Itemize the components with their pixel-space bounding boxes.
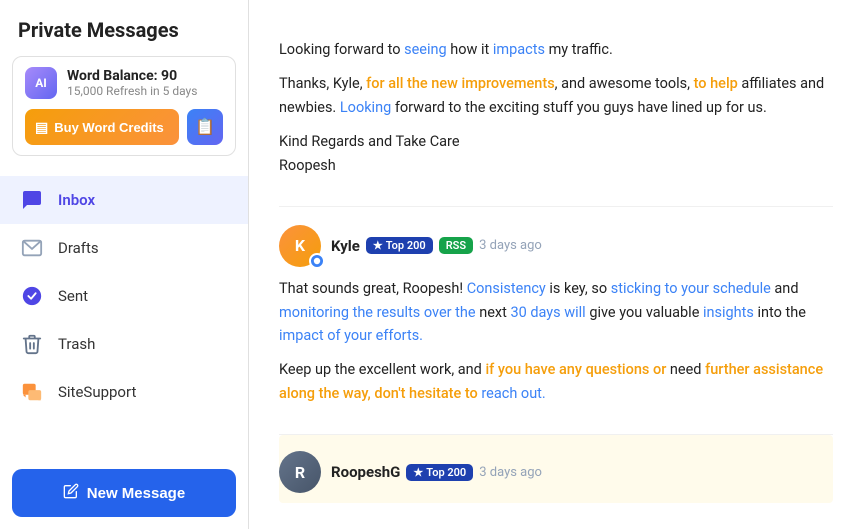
sidebar-item-inbox[interactable]: Inbox: [0, 176, 248, 224]
word-balance-info: Word Balance: 90 15,000 Refresh in 5 day…: [67, 68, 197, 98]
drafts-icon: [18, 234, 46, 262]
badge-top200-label: Top 200: [386, 239, 426, 252]
kyle-meta: Kyle ★ Top 200 RSS 3 days ago: [331, 237, 542, 255]
credits-icon: ▤: [35, 119, 48, 136]
kyle-rss-badge: RSS: [439, 237, 473, 254]
roopeshg-avatar-img: R: [279, 451, 321, 493]
kyle-timestamp: 3 days ago: [479, 238, 542, 253]
ai-badge: AI: [25, 67, 57, 99]
msg1-para1: Looking forward to seeing how it impacts…: [279, 38, 833, 62]
badge-top200-label2: Top 200: [426, 466, 466, 479]
main-content: Looking forward to seeing how it impacts…: [249, 0, 863, 529]
sidebar-item-sent[interactable]: Sent: [0, 272, 248, 320]
msg1-para2: Thanks, Kyle, for all the new improvemen…: [279, 72, 833, 120]
text-static: forward to the exciting stuff you guys h…: [391, 99, 767, 116]
doc-icon: 📋: [195, 117, 215, 137]
roopeshg-meta: RoopeshG ★ Top 200 3 days ago: [331, 463, 542, 481]
buy-credits-button[interactable]: ▤ Buy Word Credits: [25, 109, 179, 145]
inbox-label: Inbox: [58, 191, 95, 209]
badge-star-icon2: ★: [413, 466, 423, 479]
sidebar: Private Messages AI Word Balance: 90 15,…: [0, 0, 249, 529]
highlight-for: for all the new improvements: [366, 75, 555, 92]
roopeshg-top200-badge: ★ Top 200: [406, 464, 473, 481]
kyle-avatar: K: [279, 225, 321, 267]
sidebar-item-drafts[interactable]: Drafts: [0, 224, 248, 272]
hl-30days: 30 days will: [510, 304, 585, 321]
sidebar-title: Private Messages: [0, 0, 248, 56]
hl-if-you-have: if you have any questions or: [485, 361, 666, 378]
message-block-kyle: K Kyle ★ Top 200 RSS 3 days ago That sou…: [279, 207, 833, 436]
hl-consistency: Consistency: [467, 280, 546, 297]
roopeshg-sender-name: RoopeshG: [331, 463, 400, 481]
roopeshg-avatar: R: [279, 451, 321, 493]
msg1-para3: Kind Regards and Take CareRoopesh: [279, 130, 833, 178]
highlight-seeing: seeing: [404, 41, 447, 58]
kyle-avatar-badge: [309, 253, 325, 269]
trash-icon: [18, 330, 46, 358]
sitesupport-icon: [18, 378, 46, 406]
kyle-message-header: K Kyle ★ Top 200 RSS 3 days ago: [279, 225, 833, 267]
kyle-message-text: That sounds great, Roopesh! Consistency …: [279, 277, 833, 407]
text-static: Looking forward to: [279, 41, 404, 58]
badge-star-icon: ★: [373, 239, 383, 252]
word-balance-card: AI Word Balance: 90 15,000 Refresh in 5 …: [12, 56, 236, 156]
highlight-impacts: impacts: [493, 41, 545, 58]
trash-label: Trash: [58, 335, 95, 353]
sitesupport-label: SiteSupport: [58, 383, 136, 401]
drafts-label: Drafts: [58, 239, 99, 257]
sidebar-nav: Inbox Drafts Sent: [0, 168, 248, 457]
new-message-label: New Message: [87, 485, 185, 502]
word-balance-top: AI Word Balance: 90 15,000 Refresh in 5 …: [25, 67, 223, 99]
sent-icon: [18, 282, 46, 310]
sent-label: Sent: [58, 287, 88, 305]
sidebar-item-sitesupport[interactable]: SiteSupport: [0, 368, 248, 416]
text-static: Thanks, Kyle,: [279, 75, 366, 92]
hl-reach-out: reach out.: [481, 385, 545, 402]
new-message-icon: [63, 483, 79, 503]
word-balance-refresh: 15,000 Refresh in 5 days: [67, 84, 197, 98]
word-balance-label: Word Balance: 90: [67, 68, 197, 84]
highlight-looking: Looking: [340, 99, 391, 116]
kyle-top200-badge: ★ Top 200: [366, 237, 433, 254]
roopeshg-message-header: R RoopeshG ★ Top 200 3 days ago: [279, 451, 833, 493]
text-static: , and awesome tools,: [555, 75, 694, 92]
inbox-icon: [18, 186, 46, 214]
highlight-to-help: to help: [694, 75, 738, 92]
word-balance-buttons: ▤ Buy Word Credits 📋: [25, 109, 223, 145]
hl-insights: insights: [703, 304, 754, 321]
doc-button[interactable]: 📋: [187, 109, 223, 145]
text-static: how it: [447, 41, 493, 58]
text-static: my traffic.: [545, 41, 613, 58]
kyle-sender-name: Kyle: [331, 237, 360, 255]
buy-credits-label: Buy Word Credits: [54, 120, 164, 135]
new-message-button[interactable]: New Message: [12, 469, 236, 517]
kyle-para1: That sounds great, Roopesh! Consistency …: [279, 277, 833, 349]
message-block-roopeshg: R RoopeshG ★ Top 200 3 days ago: [279, 435, 833, 503]
hl-sticking: sticking to your schedule: [611, 280, 771, 297]
message-text-1: Looking forward to seeing how it impacts…: [279, 38, 833, 178]
hl-monitoring: monitoring the results over the: [279, 304, 476, 321]
hl-impact: impact of your efforts.: [279, 327, 423, 344]
roopeshg-timestamp: 3 days ago: [479, 465, 542, 480]
kyle-para2: Keep up the excellent work, and if you h…: [279, 358, 833, 406]
message-block-1: Looking forward to seeing how it impacts…: [279, 20, 833, 207]
sidebar-item-trash[interactable]: Trash: [0, 320, 248, 368]
